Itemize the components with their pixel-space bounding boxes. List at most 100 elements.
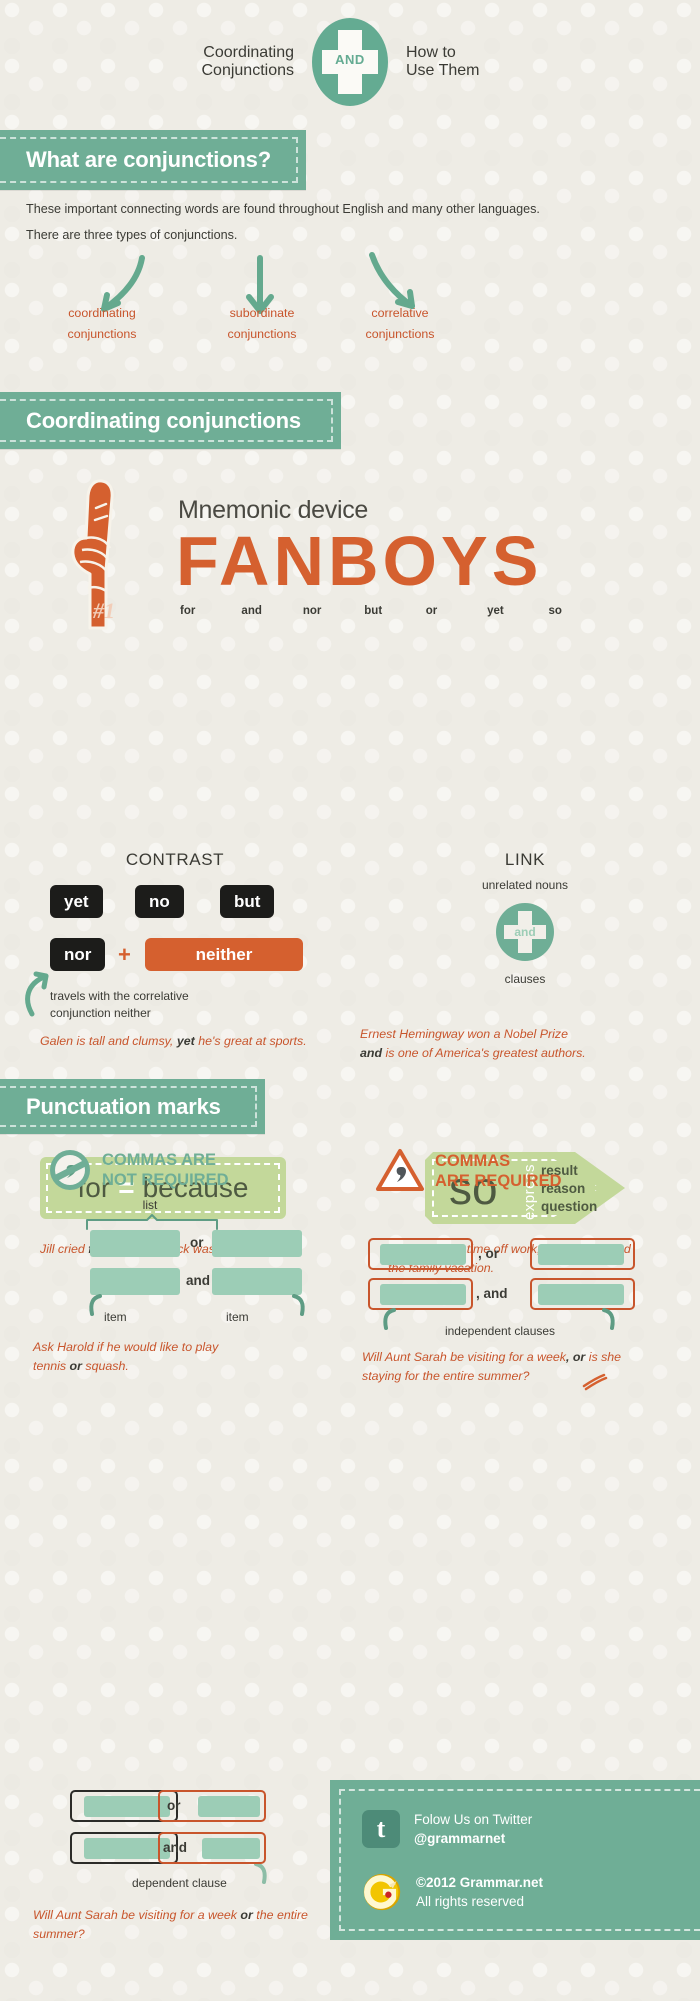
fanboys-word-nor: nor: [302, 605, 322, 617]
contrast-example-part-a: Galen is tall and clumsy,: [40, 1034, 174, 1048]
blank-box-4: [212, 1268, 302, 1295]
blank-box-2: [212, 1230, 302, 1257]
independent-clause-box-4: [530, 1278, 635, 1310]
item-label-left: item: [104, 1310, 127, 1324]
type-correlative: correlative conjunctions: [325, 303, 475, 345]
cr-example-keyword: , or: [565, 1350, 586, 1364]
blank-box-ir1: [380, 1244, 466, 1265]
rights-line: All rights reserved: [416, 1894, 525, 1909]
fanboys-acronym: FANBOYS: [176, 522, 543, 600]
banner-coordinating-label: Coordinating conjunctions: [0, 399, 333, 442]
link-bottom-label: clauses: [504, 972, 546, 986]
fanboys-word-but: but: [364, 605, 383, 617]
commas-required-group: COMMAS ARE REQUIRED , or , and independe…: [350, 1148, 700, 1391]
type-coordinating: coordinating conjunctions: [27, 303, 177, 345]
copyright-text: ©2012 Grammar.net All rights reserved: [416, 1873, 543, 1911]
blank-box-ir3: [380, 1284, 466, 1305]
page-title: Coordinating Conjunctions AND How to Use…: [0, 18, 700, 118]
commas-not-required-group: COMMAS ARE NOT REQUIRED list or and item…: [0, 1148, 350, 1378]
twitter-follow-label: Folow Us on Twitter: [414, 1812, 533, 1827]
copyright-line: ©2012 Grammar.net: [416, 1875, 544, 1890]
twitter-handle[interactable]: @grammarnet: [414, 1831, 505, 1846]
blank-box-ir4: [538, 1284, 624, 1305]
connector-and-dependent: and: [163, 1840, 188, 1855]
foam-finger-icon: #1: [71, 479, 115, 630]
cnr-example-keyword: or: [69, 1359, 82, 1373]
list-bracket-icon: [86, 1214, 218, 1230]
chip-neither-label: neither: [145, 938, 303, 971]
connector-comma-and: , and: [476, 1286, 508, 1301]
title-left-line1: Coordinating: [203, 44, 294, 61]
title-left-line2: Conjunctions: [201, 62, 295, 79]
cnr-example-line1: Ask Harold if he would like to play: [33, 1340, 219, 1354]
intro-line-2: There are three types of conjunctions.: [26, 228, 238, 242]
dc-example-keyword: or: [240, 1908, 253, 1922]
fanboys-word-list: for and nor but or yet so: [180, 605, 610, 617]
link-and-badge-label: and: [514, 925, 536, 939]
twitter-text: Folow Us on Twitter @grammarnet: [414, 1810, 532, 1848]
grammar-net-logo-icon[interactable]: [362, 1872, 402, 1912]
list-bracket-label: list: [142, 1198, 158, 1212]
banner-punctuation-label: Punctuation marks: [0, 1086, 257, 1127]
footer-panel: t Folow Us on Twitter @grammarnet ©2012 …: [330, 1780, 700, 1940]
connector-or-left: or: [190, 1235, 204, 1250]
twitter-icon[interactable]: t: [362, 1810, 400, 1848]
banner-what-label: What are conjunctions?: [0, 137, 298, 183]
section-banner-coordinating-conjunctions: Coordinating conjunctions: [0, 392, 341, 449]
fanboys-word-so: so: [548, 605, 562, 617]
fanboys-word-yet: yet: [487, 605, 504, 617]
independent-clause-box-2: [530, 1238, 635, 1270]
fanboys-group: #1 Mnemonic device FANBOYS for and nor b…: [0, 470, 700, 650]
dc-example-part-a: Will Aunt Sarah be visiting for a week: [33, 1908, 237, 1922]
commas-required-line1: COMMAS: [435, 1152, 511, 1170]
contrast-chip-no: no: [135, 885, 184, 918]
cr-example-part-a: Will Aunt Sarah be visiting for a week: [362, 1350, 566, 1364]
title-right: How to Use Them: [406, 44, 646, 80]
no-comma-icon: [50, 1150, 90, 1190]
blank-box-3: [90, 1268, 180, 1295]
blank-box-dc2: [198, 1796, 260, 1817]
chip-no-label: no: [135, 885, 184, 918]
chip-yet-label: yet: [50, 885, 103, 918]
fanboys-word-or: or: [425, 605, 438, 617]
link-and-plus-badge-icon: and: [496, 903, 554, 961]
intro-paragraph: These important connecting words are fou…: [26, 200, 666, 252]
item-hook-left-icon: [89, 1294, 102, 1316]
title-right-line2: Use Them: [406, 62, 480, 79]
commas-not-required-title: COMMAS ARE NOT REQUIRED: [102, 1150, 229, 1190]
commas-required-example: Will Aunt Sarah be visiting for a week, …: [362, 1348, 652, 1386]
link-column: LINK unrelated nouns and clauses Ernest …: [350, 850, 700, 1060]
svg-text:#1: #1: [92, 598, 115, 623]
independent-clauses-caption: independent clauses: [444, 1324, 556, 1338]
type-coordinating-word1: coordinating: [68, 306, 136, 320]
twitter-row[interactable]: t Folow Us on Twitter @grammarnet: [362, 1810, 532, 1848]
dependent-clause-group: or and dependent clause Will Aunt Sarah …: [0, 1766, 350, 1986]
contrast-plus-sign: +: [118, 942, 131, 967]
and-plus-badge-icon: AND: [312, 18, 388, 106]
cnr-example-line2-a: tennis: [33, 1359, 67, 1373]
type-subordinate-word1: subordinate: [229, 306, 295, 320]
dependent-hook-right-icon: [254, 1862, 267, 1884]
contrast-column: CONTRAST yet no but nor + neither travel…: [0, 850, 350, 1048]
copyright-row: ©2012 Grammar.net All rights reserved: [362, 1872, 543, 1912]
chip-but-label: but: [220, 885, 275, 918]
contrast-heading: CONTRAST: [125, 850, 225, 869]
connector-or-dependent: or: [167, 1798, 181, 1813]
nor-note-line1: travels with the correlative: [50, 989, 189, 1003]
title-left: Coordinating Conjunctions: [54, 44, 295, 80]
type-subordinate-word2: conjunctions: [227, 327, 297, 341]
link-example-line2: is one of America's greatest authors.: [385, 1046, 586, 1060]
nor-note-line2: conjunction neither: [50, 1006, 151, 1020]
nor-note: travels with the correlative conjunction…: [50, 988, 280, 1022]
and-badge-label: AND: [335, 52, 365, 67]
link-top-label: unrelated nouns: [481, 878, 569, 892]
title-right-line1: How to: [406, 44, 456, 61]
contrast-chip-yet: yet: [50, 885, 103, 918]
link-example-line1: Ernest Hemingway won a Nobel Prize: [360, 1027, 568, 1041]
commas-not-required-line1: COMMAS ARE: [102, 1151, 216, 1169]
fanboys-word-for: for: [180, 605, 196, 617]
item-label-right: item: [226, 1310, 249, 1324]
independent-clause-box-3: [368, 1278, 473, 1310]
item-hook-right-icon: [292, 1294, 305, 1316]
section-banner-punctuation-marks: Punctuation marks: [0, 1079, 265, 1134]
